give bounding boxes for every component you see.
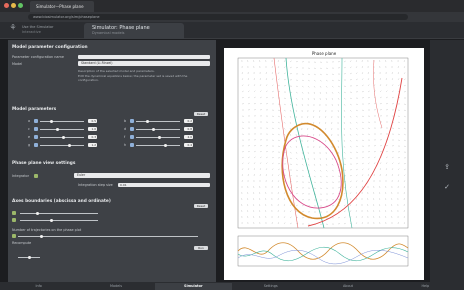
param-label: h: [124, 143, 127, 147]
check-icon[interactable]: ✓: [442, 182, 452, 192]
bottom-tab-about[interactable]: About: [309, 283, 386, 290]
integrator-checkbox[interactable]: [34, 174, 38, 178]
param-slider-knob[interactable]: [50, 120, 53, 123]
bound-slider[interactable]: [20, 213, 98, 215]
param-slider-knob[interactable]: [164, 144, 167, 147]
param-checkbox[interactable]: [34, 127, 38, 131]
param-slider-knob[interactable]: [68, 144, 71, 147]
bounds-section-title: Axes boundaries (abscissa and ordinate): [12, 199, 111, 204]
param-checkbox[interactable]: [34, 143, 38, 147]
param-value[interactable]: 0.5: [88, 119, 97, 123]
param-slider-knob[interactable]: [62, 136, 65, 139]
app-name: Use the Simulator: [22, 25, 54, 29]
param-slider[interactable]: [136, 129, 180, 131]
param-value[interactable]: 0.2: [184, 119, 193, 123]
plot-title: Phase plane: [311, 51, 337, 56]
param-slider[interactable]: [136, 121, 180, 123]
param-value[interactable]: 1.0: [88, 127, 97, 131]
config-name-label: Parameter configuration name: [12, 55, 64, 59]
param-value[interactable]: 0.3: [88, 135, 97, 139]
phase-section-title: Phase plane view settings: [12, 161, 76, 166]
param-slider-knob[interactable]: [146, 120, 149, 123]
browser-tab[interactable]: Simulator—Phase plane: [30, 1, 94, 12]
bound-checkbox[interactable]: [12, 211, 16, 215]
param-value[interactable]: 1.2: [88, 143, 97, 147]
run-button[interactable]: Run: [194, 246, 208, 250]
current-page-subtitle: Dynamical models: [92, 31, 125, 35]
close-window-icon[interactable]: [4, 3, 9, 8]
bounds-reset-button[interactable]: Reset: [194, 204, 208, 208]
param-slider-knob[interactable]: [56, 128, 59, 131]
bound-slider-knob[interactable]: [50, 219, 53, 222]
model-note-2: Edit the dynamical equations below; the …: [78, 74, 188, 82]
param-slider[interactable]: [40, 129, 84, 131]
param-slider[interactable]: [136, 145, 180, 147]
phase-plane-plot[interactable]: [224, 48, 424, 280]
param-checkbox[interactable]: [130, 135, 134, 139]
param-slider[interactable]: [40, 121, 84, 123]
phase-plane-svg: [237, 57, 409, 267]
param-label: g: [28, 143, 31, 147]
trajectories-checkbox[interactable]: [12, 234, 16, 238]
param-value[interactable]: 2.0: [184, 135, 193, 139]
param-label: b: [124, 119, 127, 123]
param-checkbox[interactable]: [130, 119, 134, 123]
minimize-window-icon[interactable]: [11, 3, 16, 8]
trajectories-label: Number of trajectories on the phase plot: [12, 228, 82, 232]
model-select[interactable]: Standard (Li-Rinzel): [78, 61, 210, 66]
bound-slider[interactable]: [20, 220, 98, 222]
bottom-tab-info[interactable]: Info: [0, 283, 77, 290]
bottom-tab-models[interactable]: Models: [77, 283, 154, 290]
params-reset-button[interactable]: Reset: [194, 112, 208, 116]
param-slider[interactable]: [40, 145, 84, 147]
range-slider-knob[interactable]: [28, 256, 31, 259]
url-field[interactable]: www.biosimulator.org/sim/phaseplane: [28, 14, 408, 20]
maximize-window-icon[interactable]: [18, 3, 23, 8]
param-value[interactable]: 0.4: [184, 143, 193, 147]
recompute-label: Recompute: [12, 241, 32, 245]
bottom-tab-help[interactable]: Help: [387, 283, 464, 290]
param-slider-knob[interactable]: [152, 128, 155, 131]
param-label: a: [28, 119, 31, 123]
app-subtitle: Interactive: [22, 30, 41, 34]
param-label: e: [28, 135, 31, 139]
param-checkbox[interactable]: [130, 143, 134, 147]
bound-checkbox[interactable]: [12, 218, 16, 222]
bottom-tab-settings[interactable]: Settings: [232, 283, 309, 290]
param-label: d: [124, 127, 127, 131]
bound-slider-knob[interactable]: [36, 212, 39, 215]
param-slider-knob[interactable]: [158, 136, 161, 139]
right-toolbar: [430, 40, 464, 282]
param-checkbox[interactable]: [130, 127, 134, 131]
trajectories-slider[interactable]: [18, 236, 198, 238]
model-section-title: Model parameter configuration: [12, 45, 88, 50]
config-name-input[interactable]: [78, 55, 210, 59]
param-label: f: [124, 135, 126, 139]
param-checkbox[interactable]: [34, 119, 38, 123]
share-icon[interactable]: ⇪: [442, 162, 452, 172]
step-size-input[interactable]: 0.01: [118, 183, 210, 187]
param-checkbox[interactable]: [34, 135, 38, 139]
param-value[interactable]: 0.8: [184, 127, 193, 131]
param-label: c: [28, 127, 30, 131]
trajectories-slider-knob[interactable]: [40, 235, 43, 238]
app-logo-icon: ⚘: [9, 23, 17, 32]
model-label: Model: [12, 62, 23, 66]
bottom-tab-simulator[interactable]: Simulator: [154, 283, 232, 290]
integrator-select[interactable]: Euler: [74, 173, 210, 178]
integrator-label: Integrator: [12, 174, 29, 178]
parameters-section-title: Model parameters: [12, 107, 57, 112]
step-size-label: Integration step size: [78, 183, 113, 187]
